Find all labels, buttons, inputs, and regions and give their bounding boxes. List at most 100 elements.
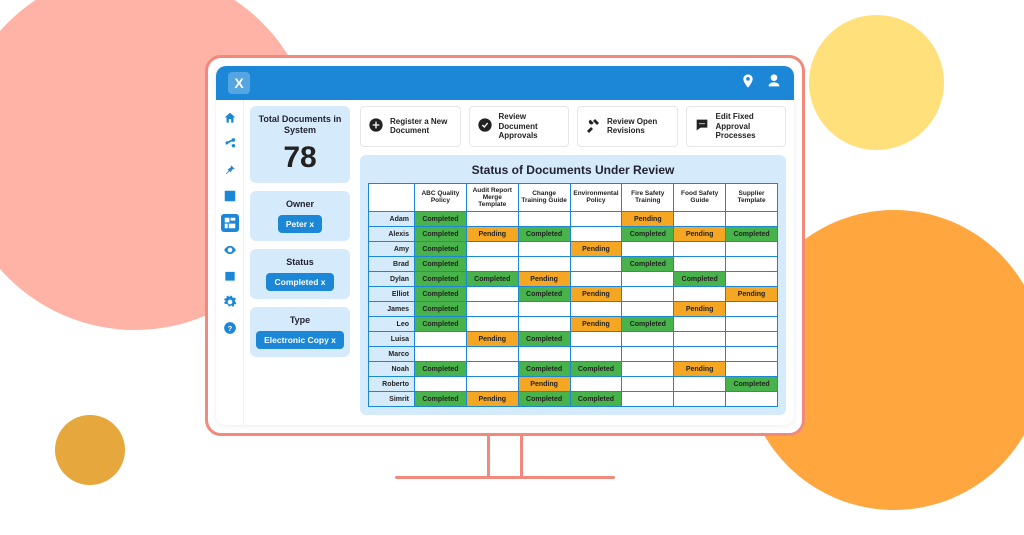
check-icon[interactable]	[222, 188, 238, 204]
table-row: Marco	[369, 347, 778, 362]
table-cell	[466, 257, 518, 272]
status-table: ABC Quality PolicyAudit Report Merge Tem…	[368, 183, 778, 407]
table-cell: Completed	[415, 272, 467, 287]
table-cell	[622, 302, 674, 317]
table-cell	[726, 392, 778, 407]
table-cell	[674, 242, 726, 257]
table-cell: Pending	[570, 287, 622, 302]
table-cell: Pending	[466, 392, 518, 407]
chip-owner[interactable]: Peter x	[278, 215, 322, 233]
table-cell	[622, 272, 674, 287]
table-row-name: Dylan	[369, 272, 415, 287]
table-row-name: Adam	[369, 212, 415, 227]
table-cell	[466, 212, 518, 227]
chat-icon	[694, 117, 710, 136]
table-cell	[674, 377, 726, 392]
table-cell: Pending	[518, 377, 570, 392]
table-col-header: ABC Quality Policy	[415, 183, 467, 211]
action-add[interactable]: Register a New Document	[360, 106, 461, 147]
action-chat[interactable]: Edit Fixed Approval Processes	[686, 106, 787, 147]
table-cell	[466, 377, 518, 392]
table-row-name: Roberto	[369, 377, 415, 392]
table-cell	[570, 347, 622, 362]
home-icon[interactable]	[222, 110, 238, 126]
action-tools[interactable]: Review Open Revisions	[577, 106, 678, 147]
app-logo-icon: X	[228, 72, 250, 94]
user-icon[interactable]	[766, 73, 782, 94]
table-cell: Completed	[622, 227, 674, 242]
help-icon[interactable]: ?	[222, 320, 238, 336]
table-cell	[570, 332, 622, 347]
review-panel: Status of Documents Under Review ABC Qua…	[360, 155, 786, 415]
table-cell: Completed	[726, 377, 778, 392]
table-row: DylanCompletedCompletedPendingCompleted	[369, 272, 778, 287]
table-cell	[570, 272, 622, 287]
table-cell	[622, 392, 674, 407]
table-cell	[518, 347, 570, 362]
table-row-name: Luisa	[369, 332, 415, 347]
table-cell	[726, 257, 778, 272]
table-row-name: Simrit	[369, 392, 415, 407]
eye-icon[interactable]	[222, 242, 238, 258]
card-type: Type Electronic Copy x	[250, 307, 350, 357]
card-owner: Owner Peter x	[250, 191, 350, 241]
gear-icon[interactable]	[222, 294, 238, 310]
table-cell	[622, 332, 674, 347]
table-row: AlexisCompletedPendingCompletedCompleted…	[369, 227, 778, 242]
filter-cards: Total Documents in System 78 Owner Peter…	[244, 100, 356, 425]
table-cell: Completed	[622, 317, 674, 332]
table-cell	[622, 377, 674, 392]
app-window: X ? Total Documents in System 78	[216, 66, 794, 425]
table-row-name: Brad	[369, 257, 415, 272]
table-col-header: Fire Safety Training	[622, 183, 674, 211]
table-cell	[570, 212, 622, 227]
pin-icon[interactable]	[222, 162, 238, 178]
table-cell	[674, 317, 726, 332]
card-type-title: Type	[256, 315, 344, 326]
card-total-value: 78	[256, 141, 344, 175]
action-label: Edit Fixed Approval Processes	[716, 112, 779, 141]
table-row-name: Marco	[369, 347, 415, 362]
main-content: Register a New Document Review Document A…	[356, 100, 794, 425]
action-check-circle[interactable]: Review Document Approvals	[469, 106, 570, 147]
monitor-frame: X ? Total Documents in System 78	[205, 55, 805, 479]
table-col-header: Supplier Template	[726, 183, 778, 211]
table-cell: Completed	[415, 362, 467, 377]
table-cell	[466, 287, 518, 302]
table-cell: Completed	[415, 392, 467, 407]
location-pin-icon[interactable]	[740, 73, 756, 94]
table-cell	[466, 362, 518, 377]
chip-status[interactable]: Completed x	[266, 273, 333, 291]
table-cell	[570, 257, 622, 272]
table-cell	[674, 212, 726, 227]
table-cell	[570, 377, 622, 392]
chip-type[interactable]: Electronic Copy x	[256, 331, 344, 349]
action-label: Register a New Document	[390, 117, 453, 136]
monitor-stand-base	[395, 476, 615, 479]
table-row: JamesCompletedPending	[369, 302, 778, 317]
table-cell: Completed	[415, 212, 467, 227]
table-row: SimritCompletedPendingCompletedCompleted	[369, 392, 778, 407]
table-cell: Completed	[570, 392, 622, 407]
share-icon[interactable]	[222, 136, 238, 152]
dashboard-icon[interactable]	[221, 214, 239, 232]
table-cell: Completed	[415, 287, 467, 302]
table-corner	[369, 183, 415, 211]
table-cell: Completed	[622, 257, 674, 272]
table-cell	[622, 287, 674, 302]
table-cell	[674, 287, 726, 302]
table-cell	[726, 362, 778, 377]
table-cell: Completed	[518, 392, 570, 407]
table-row-name: Elliot	[369, 287, 415, 302]
table-row: AmyCompletedPending	[369, 242, 778, 257]
table-col-header: Audit Report Merge Template	[466, 183, 518, 211]
table-row: LuisaPendingCompleted	[369, 332, 778, 347]
card-status: Status Completed x	[250, 249, 350, 299]
table-cell	[466, 347, 518, 362]
table-cell: Pending	[518, 272, 570, 287]
table-cell	[726, 242, 778, 257]
table-cell	[518, 242, 570, 257]
table-cell	[622, 362, 674, 377]
calendar-icon[interactable]	[222, 268, 238, 284]
table-cell: Completed	[518, 332, 570, 347]
